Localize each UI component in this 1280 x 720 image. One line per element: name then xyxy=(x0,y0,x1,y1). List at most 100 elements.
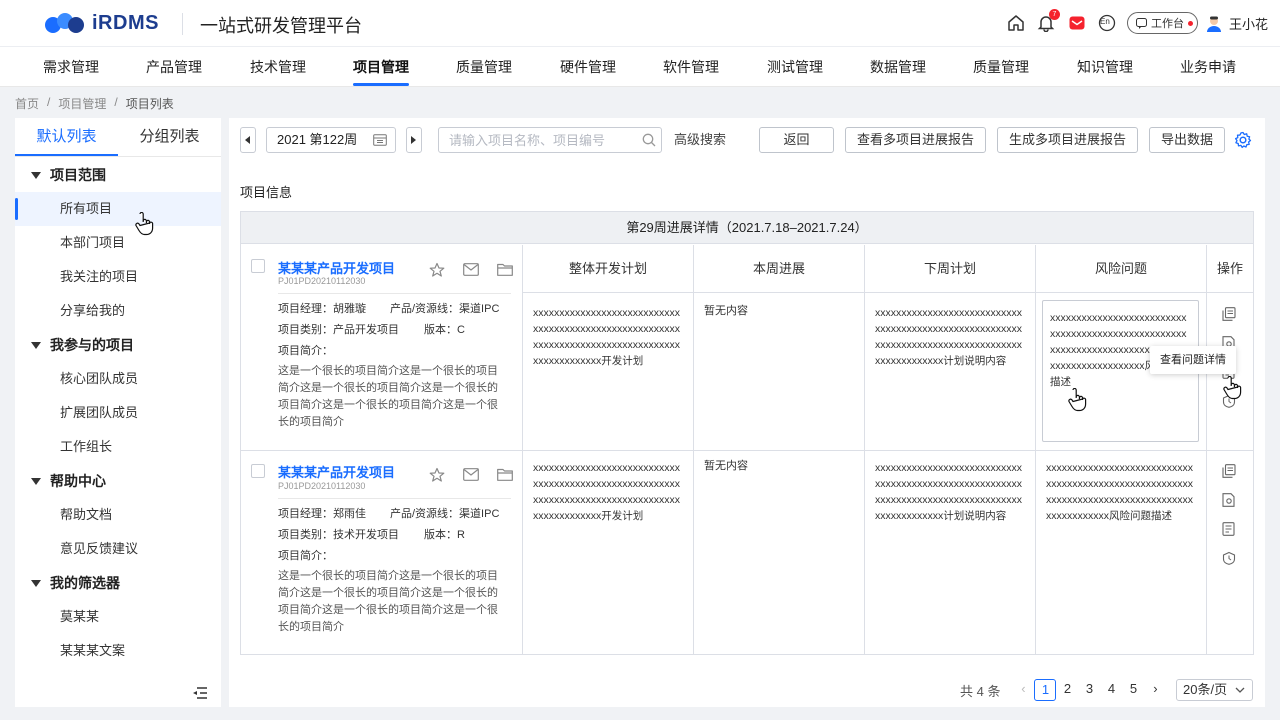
user-avatar-icon xyxy=(1207,16,1221,32)
nav-item[interactable]: 质量管理 xyxy=(951,47,1051,87)
sidebar-item-filter[interactable]: 莫某某 xyxy=(15,600,221,634)
calendar-icon xyxy=(373,134,387,146)
edit-doc-icon[interactable] xyxy=(1222,522,1236,536)
sidebar-item-shared[interactable]: 分享给我的 xyxy=(15,294,221,328)
plan-cell: xxxxxxxxxxxxxxxxxxxxxxxxxxxxxxxxxxxxxxxx… xyxy=(533,462,680,522)
table-row: 某某某产品开发项目 PJ01PD20210112030 项目经理：郑雨佳 产品/… xyxy=(241,451,522,655)
group-project-scope[interactable]: 项目范围 xyxy=(15,158,221,192)
sidebar-item-help-docs[interactable]: 帮助文档 xyxy=(15,498,221,532)
history-icon[interactable] xyxy=(1222,551,1236,565)
settings-gear-icon[interactable] xyxy=(1234,131,1252,149)
nav-item[interactable]: 硬件管理 xyxy=(538,47,638,87)
next-week-button[interactable] xyxy=(406,127,422,153)
nav-item[interactable]: 质量管理 xyxy=(434,47,534,87)
page-2[interactable]: 2 xyxy=(1056,679,1078,701)
breadcrumb-home[interactable]: 首页 xyxy=(15,95,39,112)
view-report-button[interactable]: 查看多项目进展报告 xyxy=(845,127,986,153)
page-size-select[interactable]: 20条/页 xyxy=(1176,679,1253,701)
copy-icon[interactable] xyxy=(1222,464,1236,478)
advanced-search-link[interactable]: 高级搜索 xyxy=(674,127,726,153)
collapse-sidebar-icon[interactable] xyxy=(192,686,208,703)
project-category: 项目类别：产品开发项目 xyxy=(278,324,399,336)
group-filters[interactable]: 我的筛选器 xyxy=(15,566,221,600)
col-divider xyxy=(864,293,865,655)
nav-item[interactable]: 软件管理 xyxy=(641,47,741,87)
generate-report-button[interactable]: 生成多项目进展报告 xyxy=(997,127,1138,153)
search-input[interactable] xyxy=(438,127,662,153)
caret-down-icon xyxy=(31,579,41,587)
nav-item-active[interactable]: 项目管理 xyxy=(331,47,431,87)
search-icon[interactable] xyxy=(642,133,656,147)
logo[interactable]: iRDMS xyxy=(44,10,159,36)
mail-icon[interactable] xyxy=(463,468,479,481)
group-help[interactable]: 帮助中心 xyxy=(15,464,221,498)
header-divider xyxy=(182,13,183,35)
prev-page-icon[interactable]: ‹ xyxy=(1012,679,1034,701)
workbench-dot xyxy=(1188,20,1193,26)
breadcrumb: 首页 / 项目管理 / 项目列表 xyxy=(15,95,174,112)
mail-badge-icon[interactable] xyxy=(1066,12,1088,34)
mail-icon[interactable] xyxy=(463,263,479,276)
col-divider xyxy=(1035,293,1036,655)
next-page-icon[interactable]: › xyxy=(1144,679,1166,701)
nav-item[interactable]: 数据管理 xyxy=(848,47,948,87)
workbench-button[interactable]: 工作台 xyxy=(1127,12,1198,34)
project-category: 项目类别：技术开发项目 xyxy=(278,529,399,541)
next-plan-cell: xxxxxxxxxxxxxxxxxxxxxxxxxxxxxxxxxxxxxxxx… xyxy=(875,462,1022,522)
star-icon[interactable] xyxy=(429,262,445,278)
user-menu[interactable]: 王小花 xyxy=(1206,14,1268,33)
divider xyxy=(278,498,511,499)
view-doc-icon[interactable] xyxy=(1222,493,1236,507)
export-button[interactable]: 导出数据 xyxy=(1149,127,1225,153)
bell-icon[interactable]: 7 xyxy=(1035,9,1060,34)
sidebar-item-group-lead[interactable]: 工作组长 xyxy=(15,430,221,464)
project-intro: 这是一个很长的项目简介这是一个很长的项目简介这是一个很长的项目简介这是一个很长的… xyxy=(278,570,498,633)
star-icon[interactable] xyxy=(429,467,445,483)
sidebar-item-extended-team[interactable]: 扩展团队成员 xyxy=(15,396,221,430)
page-3[interactable]: 3 xyxy=(1078,679,1100,701)
tab-default-list[interactable]: 默认列表 xyxy=(15,118,118,156)
nav-item[interactable]: 产品管理 xyxy=(124,47,224,87)
sidebar-item-filter[interactable]: 某某某文案 xyxy=(15,634,221,668)
sidebar-item-dept-projects[interactable]: 本部门项目 xyxy=(15,226,221,260)
page-5[interactable]: 5 xyxy=(1122,679,1144,701)
table-row: 某某某产品开发项目 PJ01PD20210112030 项目经理：胡雅璇 产品/… xyxy=(241,245,522,450)
nav-item[interactable]: 知识管理 xyxy=(1055,47,1155,87)
breadcrumb-project[interactable]: 项目管理 xyxy=(58,95,106,112)
nav-item[interactable]: 测试管理 xyxy=(745,47,845,87)
back-button[interactable]: 返回 xyxy=(759,127,834,153)
caret-down-icon xyxy=(31,477,41,485)
page-1[interactable]: 1 xyxy=(1034,679,1057,701)
lang-icon[interactable]: En xyxy=(1096,12,1118,34)
page-4[interactable]: 4 xyxy=(1100,679,1122,701)
prev-week-button[interactable] xyxy=(240,127,256,153)
home-icon[interactable] xyxy=(1005,12,1027,34)
sidebar-item-core-team[interactable]: 核心团队成员 xyxy=(15,362,221,396)
group-participating[interactable]: 我参与的项目 xyxy=(15,328,221,362)
progress-table: 第29周进展详情（2021.7.18–2021.7.24） 整体开发计划 本周进… xyxy=(240,211,1254,655)
copy-icon[interactable] xyxy=(1222,307,1236,321)
week-picker[interactable]: 2021 第122周 xyxy=(266,127,396,153)
product-line: 产品/资源线：渠道IPC xyxy=(390,508,500,520)
tab-group-list[interactable]: 分组列表 xyxy=(118,118,221,156)
project-name-link[interactable]: 某某某产品开发项目 xyxy=(278,258,395,277)
sidebar-item-followed[interactable]: 我关注的项目 xyxy=(15,260,221,294)
row-checkbox[interactable] xyxy=(251,259,265,273)
lang-label: En xyxy=(1100,17,1110,26)
caret-right-icon xyxy=(411,136,416,144)
nav-item[interactable]: 业务申请 xyxy=(1158,47,1258,87)
hand-cursor-icon xyxy=(135,212,154,236)
hand-cursor-icon xyxy=(1068,388,1087,412)
project-name-link[interactable]: 某某某产品开发项目 xyxy=(278,462,395,481)
folder-icon[interactable] xyxy=(497,468,513,481)
sidebar-item-all-projects[interactable]: 所有项目 xyxy=(15,192,221,226)
pagination: 共 4 条 ‹ 1 2 3 4 5 › xyxy=(960,679,1166,701)
logo-icon xyxy=(45,13,84,33)
progress-cell: 暂无内容 xyxy=(704,460,748,472)
folder-icon[interactable] xyxy=(497,263,513,276)
nav-item[interactable]: 技术管理 xyxy=(228,47,328,87)
row-checkbox[interactable] xyxy=(251,464,265,478)
col-header-progress: 本周进展 xyxy=(693,245,864,293)
nav-item[interactable]: 需求管理 xyxy=(21,47,121,87)
sidebar-item-feedback[interactable]: 意见反馈建议 xyxy=(15,532,221,566)
